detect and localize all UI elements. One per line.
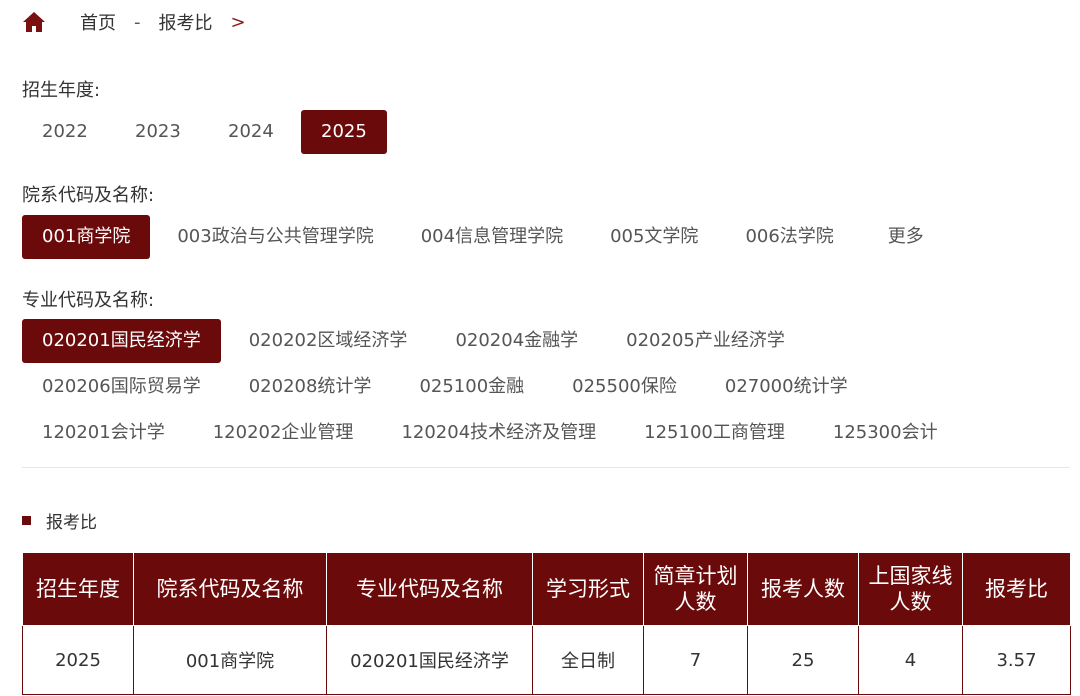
table-header-row: 招生年度 院系代码及名称 专业代码及名称 学习形式 简章计划人数 报考人数 上国… xyxy=(22,552,1071,626)
table-cell: 全日制 xyxy=(532,625,644,695)
breadcrumb: 首页 - 报考比 > xyxy=(22,6,246,38)
major-option[interactable]: 020205产业经济学 xyxy=(606,319,805,363)
breadcrumb-current: 报考比 xyxy=(158,13,213,34)
major-option[interactable]: 027000统计学 xyxy=(705,365,868,409)
square-bullet-icon xyxy=(22,515,31,525)
major-option[interactable]: 120201会计学 xyxy=(22,411,185,455)
department-filter-label: 院系代码及名称: xyxy=(22,185,155,206)
table-cell: 020201国民经济学 xyxy=(326,625,533,695)
major-option[interactable]: 125300会计 xyxy=(813,411,958,455)
major-option[interactable]: 125100工商管理 xyxy=(624,411,805,455)
major-option[interactable]: 025500保险 xyxy=(552,365,697,409)
year-option[interactable]: 2022 xyxy=(22,110,108,154)
major-option[interactable]: 120202企业管理 xyxy=(193,411,374,455)
major-option[interactable]: 020204金融学 xyxy=(435,319,598,363)
major-option[interactable]: 020202区域经济学 xyxy=(229,319,428,363)
major-option-selected[interactable]: 020201国民经济学 xyxy=(22,319,221,363)
department-option[interactable]: 005文学院 xyxy=(590,215,718,259)
section-title: 报考比 xyxy=(46,512,97,533)
table-cell: 001商学院 xyxy=(133,625,327,695)
section-divider xyxy=(22,467,1070,468)
table-cell: 2025 xyxy=(22,625,134,695)
department-option[interactable]: 006法学院 xyxy=(725,215,853,259)
major-filter-row-3: 120201会计学 120202企业管理 120204技术经济及管理 12510… xyxy=(22,411,958,455)
major-filter-row-2: 020206国际贸易学 020208统计学 025100金融 025500保险 … xyxy=(22,365,868,409)
table-cell: 7 xyxy=(643,625,748,695)
year-option[interactable]: 2023 xyxy=(115,110,201,154)
table-header-cell: 报考比 xyxy=(962,552,1071,626)
table-cell: 25 xyxy=(747,625,859,695)
table-header-cell: 上国家线人数 xyxy=(858,552,963,626)
major-option[interactable]: 020206国际贸易学 xyxy=(22,365,221,409)
major-option[interactable]: 025100金融 xyxy=(399,365,544,409)
table-header-cell: 简章计划人数 xyxy=(643,552,748,626)
department-option-selected[interactable]: 001商学院 xyxy=(22,215,151,259)
table-row: 2025 001商学院 020201国民经济学 全日制 7 25 4 3.57 xyxy=(22,625,1071,695)
breadcrumb-home-link[interactable]: 首页 xyxy=(80,9,116,35)
table-header-cell: 院系代码及名称 xyxy=(133,552,327,626)
year-filter-label: 招生年度: xyxy=(22,80,101,101)
table-header-cell: 招生年度 xyxy=(22,552,134,626)
table-cell: 4 xyxy=(858,625,963,695)
section-heading: 报考比 xyxy=(22,508,97,533)
year-option-selected[interactable]: 2025 xyxy=(301,110,387,154)
year-filter-options: 2022 2023 2024 2025 xyxy=(22,110,387,154)
major-option[interactable]: 020208统计学 xyxy=(229,365,392,409)
table-header-cell: 学习形式 xyxy=(532,552,644,626)
department-filter-options: 001商学院 003政治与公共管理学院 004信息管理学院 005文学院 006… xyxy=(22,215,944,259)
result-table: 招生年度 院系代码及名称 专业代码及名称 学习形式 简章计划人数 报考人数 上国… xyxy=(22,552,1071,695)
department-more-button[interactable]: 更多 xyxy=(868,215,944,259)
breadcrumb-arrow: > xyxy=(230,11,246,33)
table-cell: 3.57 xyxy=(962,625,1071,695)
table-header-cell: 报考人数 xyxy=(747,552,859,626)
major-option[interactable]: 120204技术经济及管理 xyxy=(381,411,616,455)
table-header-cell: 专业代码及名称 xyxy=(326,552,533,626)
home-icon[interactable] xyxy=(22,11,46,33)
breadcrumb-separator: - xyxy=(134,11,141,33)
major-filter-label: 专业代码及名称: xyxy=(22,290,155,311)
department-option[interactable]: 003政治与公共管理学院 xyxy=(157,215,393,259)
major-filter-row-1: 020201国民经济学 020202区域经济学 020204金融学 020205… xyxy=(22,319,805,363)
department-option[interactable]: 004信息管理学院 xyxy=(401,215,583,259)
year-option[interactable]: 2024 xyxy=(208,110,294,154)
